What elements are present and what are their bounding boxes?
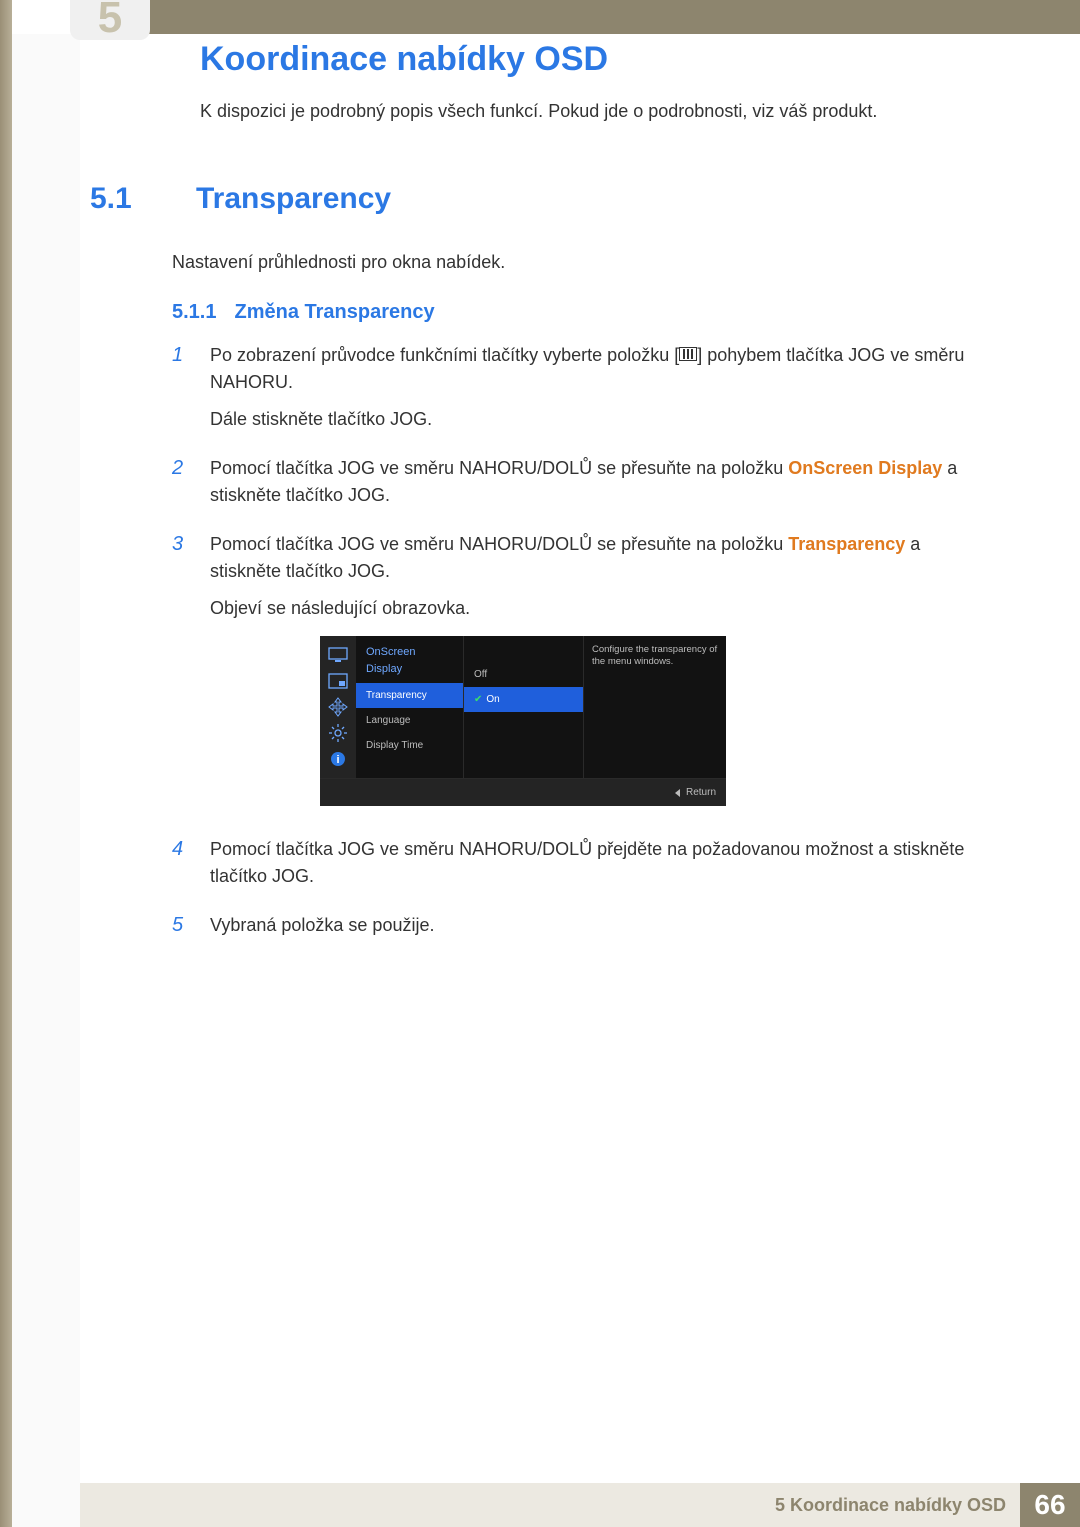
section-number: 5.1 bbox=[90, 182, 172, 216]
step-text: Po zobrazení průvodce funkčními tlačítky… bbox=[210, 342, 990, 396]
highlight-onscreen-display: OnScreen Display bbox=[788, 458, 942, 478]
step-4: 4 Pomocí tlačítka JOG ve směru NAHORU/DO… bbox=[172, 836, 990, 900]
step-number: 5 bbox=[172, 912, 192, 949]
osd-menu-item: Transparency bbox=[356, 683, 463, 708]
osd-menu-item: Language bbox=[356, 708, 463, 733]
monitor-icon bbox=[327, 646, 349, 664]
highlight-transparency: Transparency bbox=[788, 534, 905, 554]
left-gradient-stripe bbox=[0, 0, 12, 1527]
chapter-title: Koordinace nabídky OSD bbox=[200, 40, 990, 79]
page-footer: 5 Koordinace nabídky OSD 66 bbox=[80, 1483, 1080, 1527]
osd-menu-item: Display Time bbox=[356, 733, 463, 758]
osd-option-off: Off bbox=[464, 662, 583, 687]
chapter-number: 5 bbox=[98, 0, 122, 35]
footer-chapter-text: 5 Koordinace nabídky OSD bbox=[775, 1495, 1006, 1516]
step-2: 2 Pomocí tlačítka JOG ve směru NAHORU/DO… bbox=[172, 455, 990, 519]
arrows-icon bbox=[327, 698, 349, 716]
info-icon: i bbox=[327, 750, 349, 768]
chapter-number-tab: 5 bbox=[70, 0, 150, 40]
picture-icon bbox=[327, 672, 349, 690]
step-number: 3 bbox=[172, 531, 192, 824]
section-intro: Nastavení průhlednosti pro okna nabídek. bbox=[172, 252, 990, 273]
osd-help-text: Configure the transparency of the menu w… bbox=[584, 636, 726, 778]
step-text: Objeví se následující obrazovka. bbox=[210, 595, 990, 622]
menu-icon bbox=[679, 347, 697, 361]
svg-text:i: i bbox=[336, 754, 339, 766]
left-margin-column bbox=[12, 34, 80, 1527]
section-title: Transparency bbox=[196, 182, 391, 216]
osd-return-label: Return bbox=[686, 785, 716, 800]
osd-option-on: ✔On bbox=[464, 687, 583, 712]
triangle-left-icon bbox=[675, 789, 680, 797]
step-5: 5 Vybraná položka se použije. bbox=[172, 912, 990, 949]
step-number: 4 bbox=[172, 836, 192, 900]
step-number: 1 bbox=[172, 342, 192, 443]
step-text: Pomocí tlačítka JOG ve směru NAHORU/DOLŮ… bbox=[210, 836, 990, 890]
gear-icon bbox=[327, 724, 349, 742]
osd-icon-rail: i bbox=[320, 636, 356, 778]
check-icon: ✔ bbox=[474, 694, 482, 705]
chapter-intro: K dispozici je podrobný popis všech funk… bbox=[200, 101, 990, 122]
step-3: 3 Pomocí tlačítka JOG ve směru NAHORU/DO… bbox=[172, 531, 990, 824]
step-number: 2 bbox=[172, 455, 192, 519]
osd-panel-title: OnScreen Display bbox=[356, 636, 463, 683]
step-1: 1 Po zobrazení průvodce funkčními tlačít… bbox=[172, 342, 990, 443]
step-text: Vybraná položka se použije. bbox=[210, 912, 990, 939]
step-text: Pomocí tlačítka JOG ve směru NAHORU/DOLŮ… bbox=[210, 455, 990, 509]
subsection-title: Změna Transparency bbox=[234, 301, 434, 324]
step-text: Dále stiskněte tlačítko JOG. bbox=[210, 406, 990, 433]
subsection-number: 5.1.1 bbox=[172, 301, 216, 324]
step-text: Pomocí tlačítka JOG ve směru NAHORU/DOLŮ… bbox=[210, 531, 990, 585]
osd-screenshot: i OnScreen Display Transparency Language… bbox=[320, 636, 726, 806]
page-number: 66 bbox=[1020, 1483, 1080, 1527]
top-brown-band bbox=[80, 0, 1080, 34]
